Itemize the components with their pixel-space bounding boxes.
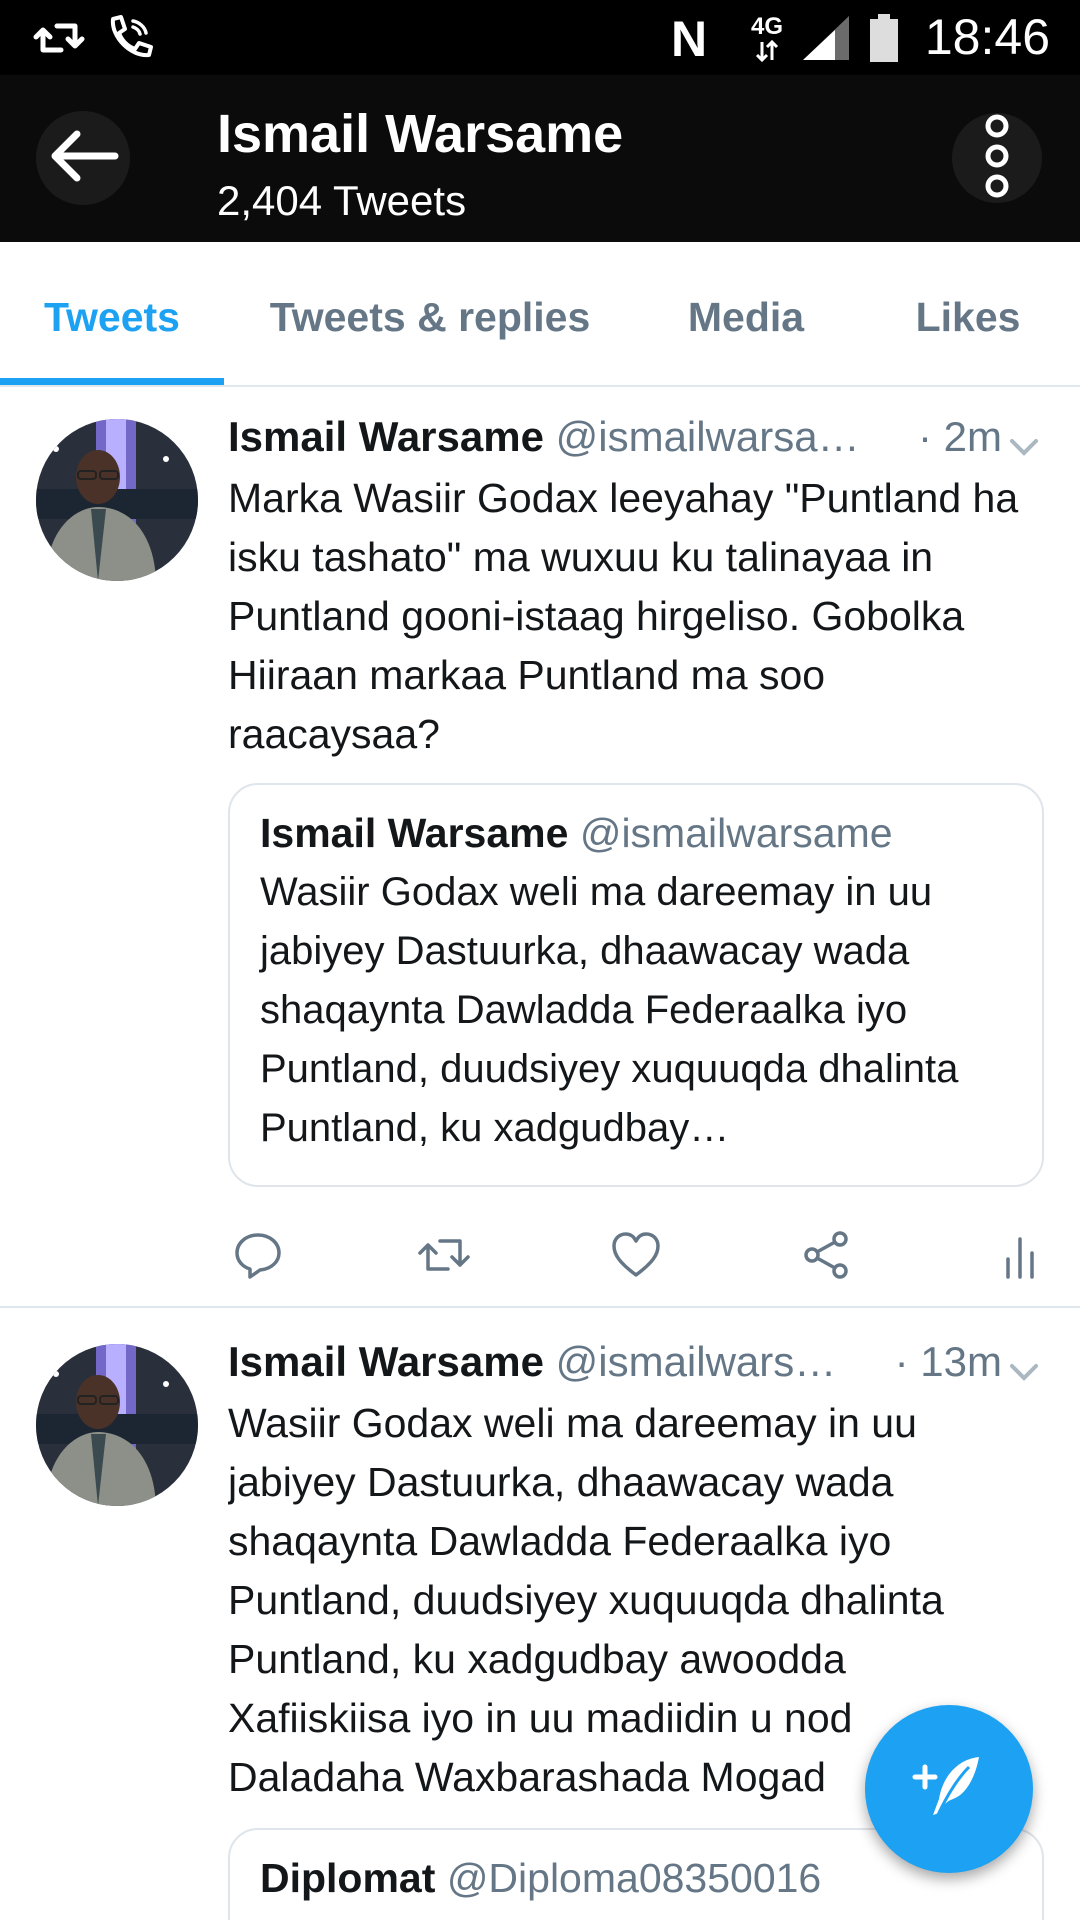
more-vertical-icon [982,114,1012,203]
avatar[interactable] [36,419,198,581]
profile-tabs: Tweets Tweets & replies Media Likes [0,242,1080,387]
avatar[interactable] [36,1344,198,1506]
tweet-header: Ismail Warsame @ismailwars… · 13m [228,1332,1028,1392]
like-icon[interactable] [606,1225,666,1285]
tweet-time: · 2m [918,413,1002,460]
author-name[interactable]: Ismail Warsame [228,1338,544,1385]
quoted-tweet-header: Ismail Warsame @ismailwarsame [260,805,893,861]
author-name[interactable]: Ismail Warsame [228,413,544,460]
tweet-count: 2,404 Tweets [217,177,467,224]
signal-icon [800,0,852,75]
wifi-calling-icon [100,0,160,75]
chevron-down-icon[interactable] [1004,1352,1044,1392]
clock: 18:46 [924,9,1050,65]
quoted-tweet-text: Wasiir Godax weli ma dareemay in uu jabi… [260,870,959,1150]
tab-likes[interactable]: Likes [880,242,1056,385]
quoted-author-name: Ismail Warsame [260,810,569,856]
quoted-author-name: Diplomat [260,1855,436,1901]
quoted-author-handle: @Diploma08350016 [446,1855,822,1901]
tab-tweets[interactable]: Tweets [0,242,224,385]
quoted-author-handle: @ismailwarsame [579,810,893,856]
tab-tweets-and-replies[interactable]: Tweets & replies [250,242,610,385]
nfc-icon: N [660,0,720,75]
retweet-icon[interactable] [414,1225,474,1285]
network-4g-icon: 4G [742,0,792,75]
tweet-header: Ismail Warsame @ismailwarsa… · 2m [228,407,1028,467]
page-title: Ismail Warsame [217,104,624,164]
profile-header: Ismail Warsame 2,404 Tweets [0,75,1080,242]
tweet-actions [228,1225,1058,1285]
share-icon[interactable] [796,1225,856,1285]
retweet-notification-icon [24,0,94,75]
tweet-time: · 13m [894,1338,1002,1385]
analytics-icon[interactable] [990,1225,1050,1285]
author-handle[interactable]: @ismailwars… [556,1338,837,1385]
tab-media[interactable]: Media [660,242,832,385]
quoted-tweet-header: Diplomat @Diploma08350016 [260,1850,821,1906]
tweet-text: Marka Wasiir Godax leeyahay "Puntland ha… [228,475,1019,757]
reply-icon[interactable] [228,1225,288,1285]
author-handle[interactable]: @ismailwarsa… [556,413,860,460]
status-bar: N 4G 18:46 [0,0,1080,75]
back-button[interactable] [36,111,130,205]
compose-tweet-button[interactable] [865,1705,1033,1873]
more-options-button[interactable] [952,113,1042,203]
tweet[interactable]: Ismail Warsame @ismailwarsa… · 2m Marka … [0,387,1080,1307]
chevron-down-icon[interactable] [1004,427,1044,467]
active-tab-indicator [0,378,224,385]
arrow-left-icon [47,128,119,189]
compose-tweet-icon [909,1747,989,1832]
svg-text:N: N [671,12,707,64]
battery-icon [866,0,902,75]
quoted-tweet[interactable]: Ismail Warsame @ismailwarsame Wasiir God… [228,783,1044,1187]
